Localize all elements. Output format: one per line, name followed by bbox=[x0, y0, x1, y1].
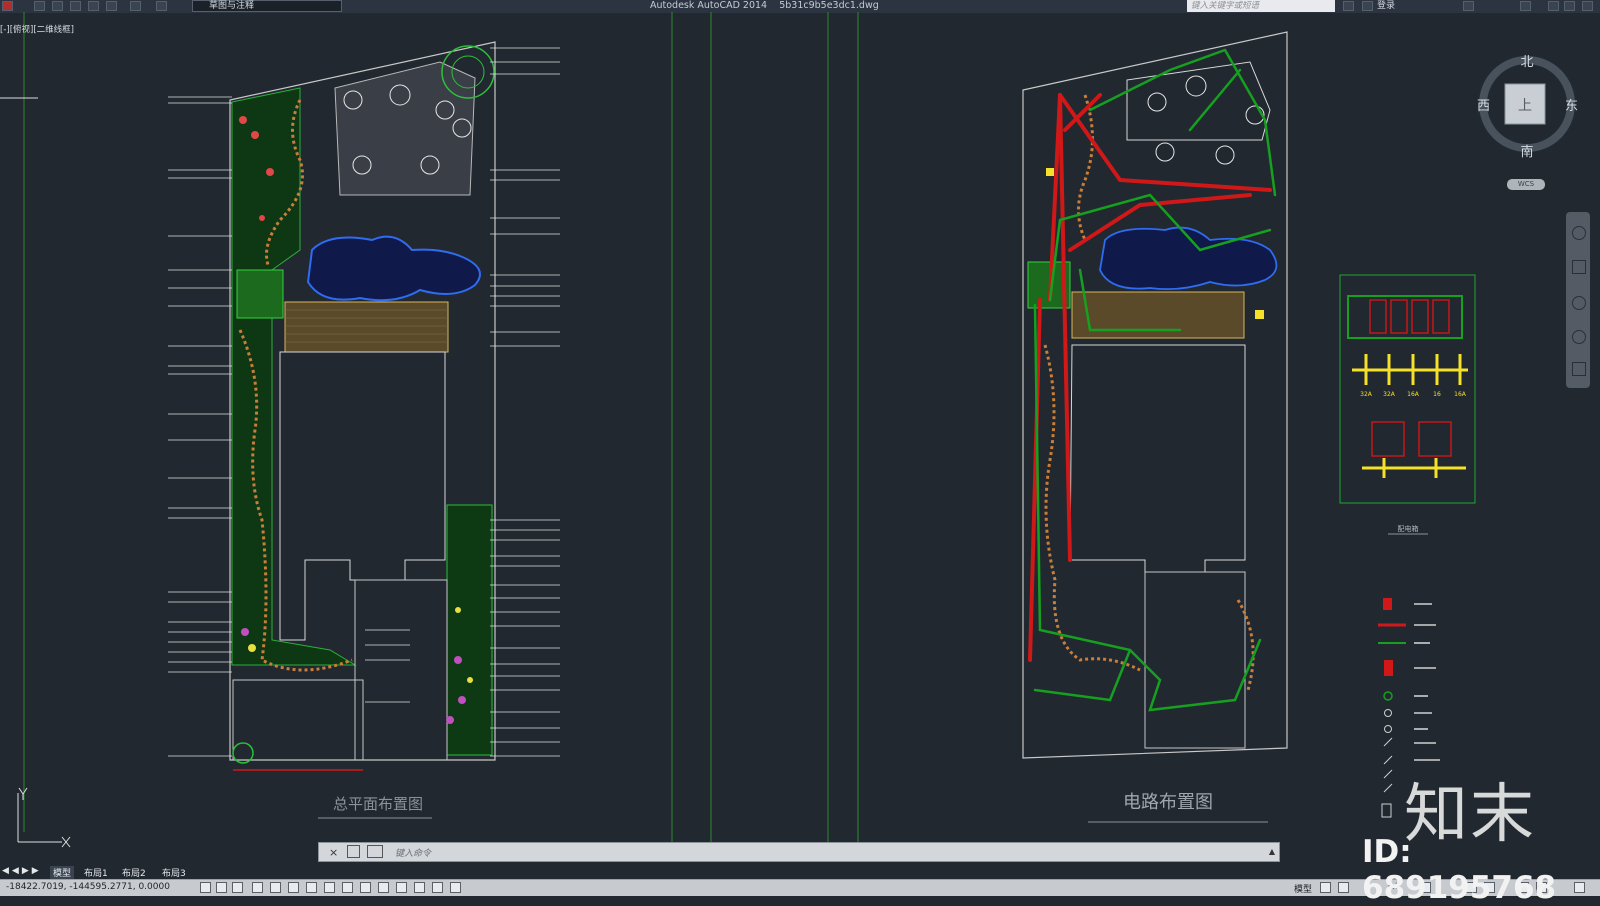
circuit-plan-title: 电路布置图 bbox=[1123, 792, 1213, 813]
viewcube-west-label: 西 bbox=[1477, 99, 1490, 114]
layout-tabs: ◀◀▶▶ 模型 布局1 布局2 布局3 bbox=[0, 866, 320, 879]
close-command-icon[interactable]: × bbox=[329, 846, 338, 859]
dynamic-input-icon[interactable] bbox=[360, 882, 371, 893]
tab-layout3[interactable]: 布局3 bbox=[162, 866, 186, 879]
status-bar: -18422.7019, -144595.2771, 0.0000 模型 1:1 bbox=[0, 879, 1600, 896]
command-line[interactable]: × 键入命令 ▲ bbox=[318, 842, 1280, 862]
recent-commands-icon[interactable] bbox=[367, 845, 383, 858]
zoom-icon[interactable] bbox=[1572, 296, 1586, 310]
customize-icon[interactable] bbox=[347, 845, 360, 858]
grid-display-icon[interactable] bbox=[232, 882, 243, 893]
tab-layout1[interactable]: 布局1 bbox=[84, 866, 108, 879]
viewcube[interactable]: 上 北 南 西 东 bbox=[1475, 54, 1579, 160]
id-watermark: ID: 689195768 bbox=[1362, 834, 1557, 906]
pan-icon[interactable] bbox=[1572, 260, 1586, 274]
panel-rating-4: 16 bbox=[1433, 391, 1441, 398]
quick-view-layouts-icon[interactable] bbox=[1320, 882, 1331, 893]
orbit-icon[interactable] bbox=[1572, 330, 1586, 344]
navigation-bar[interactable] bbox=[1566, 212, 1590, 388]
viewcube-east-label: 东 bbox=[1565, 99, 1578, 114]
drawing-canvas[interactable]: 32A 32A 16A 16 16A 配电箱 bbox=[0, 0, 1600, 895]
object-snap-icon[interactable] bbox=[288, 882, 299, 893]
annotation-monitor-icon[interactable] bbox=[450, 882, 461, 893]
ortho-mode-icon[interactable] bbox=[252, 882, 263, 893]
viewcube-north-label: 北 bbox=[1520, 55, 1533, 70]
transparency-icon[interactable] bbox=[396, 882, 407, 893]
viewport-controls-label[interactable]: [-][俯视][二维线框] bbox=[0, 23, 74, 35]
site-plan-drawing bbox=[168, 41, 560, 819]
object-snap-tracking-icon[interactable] bbox=[324, 882, 335, 893]
polar-tracking-icon[interactable] bbox=[270, 882, 281, 893]
selection-cycling-icon[interactable] bbox=[432, 882, 443, 893]
distribution-panel-diagram: 32A 32A 16A 16 16A 配电箱 bbox=[1339, 274, 1476, 535]
infer-constraints-icon[interactable] bbox=[200, 882, 211, 893]
panel-rating-3: 16A bbox=[1407, 391, 1420, 398]
tab-model[interactable]: 模型 bbox=[50, 866, 75, 879]
circuit-plan-drawing bbox=[1022, 31, 1288, 823]
dynamic-ucs-icon[interactable] bbox=[342, 882, 353, 893]
quick-properties-icon[interactable] bbox=[414, 882, 425, 893]
snap-mode-icon[interactable] bbox=[216, 882, 227, 893]
panel-rating-2: 32A bbox=[1383, 391, 1396, 398]
site-plan-title: 总平面布置图 bbox=[333, 795, 424, 813]
ucs-icon bbox=[17, 787, 71, 848]
panel-rating-1: 32A bbox=[1360, 391, 1373, 398]
tab-layout2[interactable]: 布局2 bbox=[122, 866, 146, 879]
3d-object-snap-icon[interactable] bbox=[306, 882, 317, 893]
lineweight-icon[interactable] bbox=[378, 882, 389, 893]
panel-caption: 配电箱 bbox=[1398, 524, 1419, 533]
tab-nav-icons[interactable]: ◀◀▶▶ bbox=[2, 866, 42, 876]
viewcube-top-label: 上 bbox=[1518, 98, 1532, 114]
panel-rating-5: 16A bbox=[1454, 391, 1467, 398]
cursor-coordinates: -18422.7019, -144595.2771, 0.0000 bbox=[6, 882, 170, 892]
viewcube-south-label: 南 bbox=[1520, 144, 1533, 158]
steering-wheel-icon[interactable] bbox=[1572, 226, 1586, 240]
showmotion-icon[interactable] bbox=[1572, 362, 1586, 376]
wcs-menu[interactable]: WCS bbox=[1507, 179, 1545, 190]
command-input[interactable]: 键入命令 bbox=[395, 846, 431, 859]
command-history-up-icon[interactable]: ▲ bbox=[1269, 847, 1275, 856]
quick-view-drawings-icon[interactable] bbox=[1338, 882, 1349, 893]
model-space-label[interactable]: 模型 bbox=[1294, 882, 1312, 895]
